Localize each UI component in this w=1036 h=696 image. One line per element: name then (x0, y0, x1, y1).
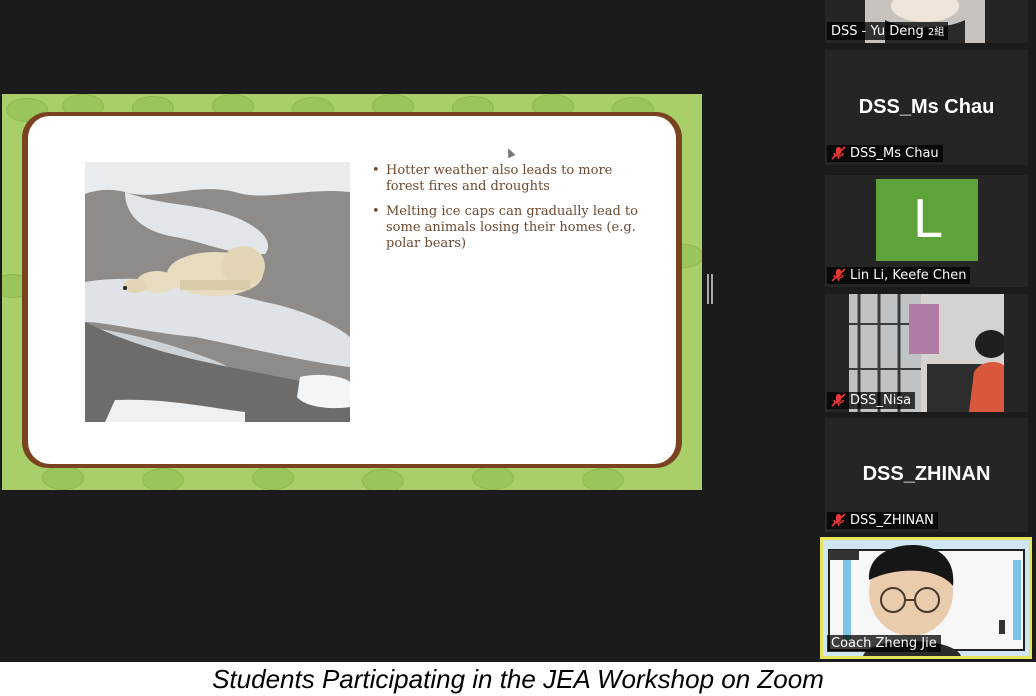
muted-mic-icon (831, 268, 847, 282)
figure-caption: Students Participating in the JEA Worksh… (212, 664, 824, 694)
participant-name-label: DSS_Ms Chau (827, 145, 943, 162)
resize-handle[interactable] (707, 274, 713, 304)
participant-name: DSS - Yu Deng (831, 24, 924, 39)
participant-name: Lin Li, Keefe Chen (850, 268, 967, 283)
participant-tile[interactable]: DSS_Ms Chau DSS_Ms Chau (825, 50, 1028, 165)
participant-name: Coach Zheng Jie (831, 636, 937, 651)
participant-tile[interactable]: DSS - Yu Deng 2組 (825, 0, 1028, 43)
participant-name: DSS_ZHINAN (850, 513, 934, 528)
slide-bullet-list: Hotter weather also leads to more forest… (370, 163, 640, 261)
participant-tile[interactable]: DSS_ZHINAN DSS_ZHINAN (825, 418, 1028, 532)
leaf-pattern (252, 466, 294, 490)
participant-name-label: DSS_Nisa (827, 392, 916, 409)
slide-bullet: Hotter weather also leads to more forest… (370, 163, 640, 195)
participant-name: DSS_Nisa (850, 393, 912, 408)
muted-mic-icon (831, 393, 847, 407)
zoom-meeting-window: Hotter weather also leads to more forest… (0, 0, 1036, 662)
slide-bullet: Melting ice caps can gradually lead to s… (370, 204, 640, 252)
participant-name-label: Coach Zheng Jie (827, 635, 941, 652)
polar-bear-photo (85, 162, 350, 422)
active-speaker-tile[interactable]: Coach Zheng Jie (820, 537, 1032, 659)
leaf-pattern (362, 469, 404, 490)
muted-mic-icon (831, 146, 847, 160)
group-tag: 2組 (927, 27, 945, 38)
participant-name-label: DSS_ZHINAN (827, 512, 938, 529)
participant-name-label: DSS - Yu Deng 2組 (827, 22, 949, 40)
participant-display-name: DSS_Ms Chau (858, 96, 995, 118)
participant-tile[interactable]: L Lin Li, Keefe Chen (825, 175, 1028, 287)
participant-tile[interactable]: DSS_Nisa (825, 294, 1028, 412)
leaf-pattern (472, 466, 514, 490)
muted-mic-icon (831, 513, 847, 527)
participant-name-label: Lin Li, Keefe Chen (827, 267, 971, 284)
leaf-pattern (142, 468, 184, 490)
avatar: L (876, 179, 978, 261)
participant-name: DSS_Ms Chau (850, 146, 939, 161)
leaf-pattern (582, 468, 624, 490)
participant-display-name: DSS_ZHINAN (862, 463, 991, 485)
leaf-pattern (42, 466, 84, 490)
